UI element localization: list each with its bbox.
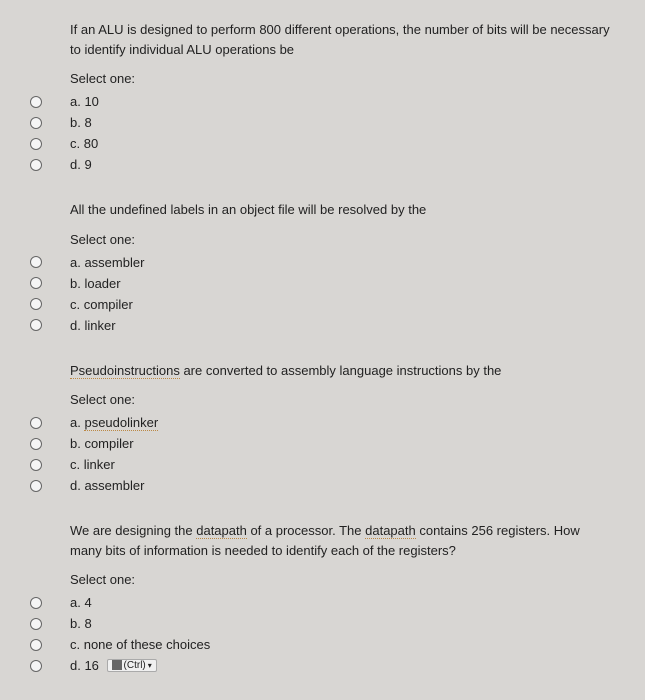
option-label: b. compiler [70, 436, 134, 451]
radio-icon[interactable] [30, 298, 42, 310]
radio-icon[interactable] [30, 618, 42, 630]
select-one-label: Select one: [70, 392, 615, 407]
radio-icon[interactable] [30, 256, 42, 268]
option-label: c. 80 [70, 136, 98, 151]
option-label: d. 9 [70, 157, 92, 172]
option-row[interactable]: c. linker [30, 457, 615, 472]
question-text: All the undefined labels in an object fi… [70, 200, 615, 220]
option-label: b. 8 [70, 115, 92, 130]
quiz-content: If an ALU is designed to perform 800 dif… [30, 20, 615, 673]
question-block: If an ALU is designed to perform 800 dif… [70, 20, 615, 172]
option-label: c. none of these choices [70, 637, 210, 652]
option-label: c. compiler [70, 297, 133, 312]
radio-icon[interactable] [30, 117, 42, 129]
radio-icon[interactable] [30, 438, 42, 450]
question-text: If an ALU is designed to perform 800 dif… [70, 20, 615, 59]
underlined-term: pseudolinker [84, 415, 158, 431]
option-row[interactable]: b. compiler [30, 436, 615, 451]
select-one-label: Select one: [70, 71, 615, 86]
clipboard-icon [112, 660, 122, 670]
option-label: a. pseudolinker [70, 415, 158, 430]
radio-icon[interactable] [30, 159, 42, 171]
radio-icon[interactable] [30, 96, 42, 108]
select-one-label: Select one: [70, 232, 615, 247]
radio-icon[interactable] [30, 480, 42, 492]
option-label: b. 8 [70, 616, 92, 631]
option-label: d. linker [70, 318, 116, 333]
option-label: c. linker [70, 457, 115, 472]
underlined-term: datapath [365, 523, 416, 539]
option-row[interactable]: a. 4 [30, 595, 615, 610]
question-block: Pseudoinstructions are converted to asse… [70, 361, 615, 494]
option-row[interactable]: c. none of these choices [30, 637, 615, 652]
radio-icon[interactable] [30, 138, 42, 150]
radio-icon[interactable] [30, 417, 42, 429]
radio-icon[interactable] [30, 459, 42, 471]
option-label: a. 4 [70, 595, 92, 610]
option-row[interactable]: b. loader [30, 276, 615, 291]
radio-icon[interactable] [30, 319, 42, 331]
option-row[interactable]: d. assembler [30, 478, 615, 493]
option-row[interactable]: d. linker [30, 318, 615, 333]
radio-icon[interactable] [30, 660, 42, 672]
option-row[interactable]: a. 10 [30, 94, 615, 109]
option-row[interactable]: c. 80 [30, 136, 615, 151]
option-label: b. loader [70, 276, 121, 291]
option-label: a. assembler [70, 255, 144, 270]
option-label: d. 16 (Ctrl) ▾ [70, 658, 157, 673]
radio-icon[interactable] [30, 597, 42, 609]
select-one-label: Select one: [70, 572, 615, 587]
question-rest: are converted to assembly language instr… [180, 363, 502, 378]
option-label: d. assembler [70, 478, 144, 493]
question-block: We are designing the datapath of a proce… [70, 521, 615, 673]
option-label: a. 10 [70, 94, 99, 109]
question-text: We are designing the datapath of a proce… [70, 521, 615, 560]
option-row[interactable]: d. 9 [30, 157, 615, 172]
question-text: Pseudoinstructions are converted to asse… [70, 361, 615, 381]
radio-icon[interactable] [30, 639, 42, 651]
underlined-term: Pseudoinstructions [70, 363, 180, 379]
radio-icon[interactable] [30, 277, 42, 289]
option-row[interactable]: d. 16 (Ctrl) ▾ [30, 658, 615, 673]
option-row[interactable]: c. compiler [30, 297, 615, 312]
question-block: All the undefined labels in an object fi… [70, 200, 615, 333]
underlined-term: datapath [196, 523, 247, 539]
option-row[interactable]: a. assembler [30, 255, 615, 270]
option-row[interactable]: a. pseudolinker [30, 415, 615, 430]
option-row[interactable]: b. 8 [30, 616, 615, 631]
option-row[interactable]: b. 8 [30, 115, 615, 130]
ctrl-paste-tag[interactable]: (Ctrl) ▾ [107, 659, 157, 672]
chevron-down-icon: ▾ [148, 661, 152, 670]
